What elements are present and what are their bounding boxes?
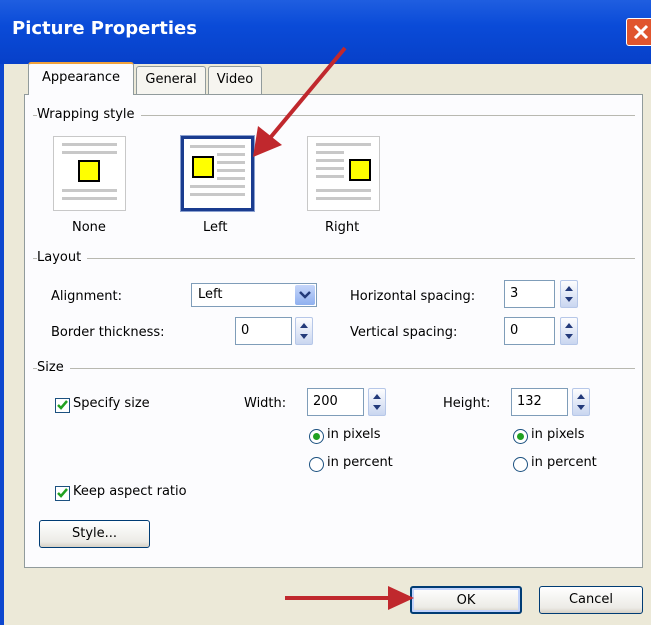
border-thickness-value: 0 (241, 323, 250, 338)
ok-button[interactable]: OK (410, 586, 522, 614)
width-in-pixels-label: in pixels (327, 427, 381, 442)
window-frame (0, 64, 4, 625)
chevron-down-icon (299, 291, 311, 299)
alignment-dropdown[interactable]: Left (191, 283, 317, 307)
tab-general-label: General (145, 72, 197, 87)
alignment-value: Left (198, 287, 223, 302)
horizontal-spacing-spinner[interactable] (560, 280, 578, 308)
wrapping-style-label: Wrapping style (37, 107, 141, 122)
height-in-percent-radio[interactable] (513, 457, 528, 472)
wrap-none-label: None (72, 220, 106, 235)
dialog-title: Picture Properties (12, 18, 197, 39)
specify-size-checkbox[interactable] (55, 398, 70, 413)
spinner-arrows-icon (373, 394, 381, 410)
height-in-percent-label: in percent (531, 455, 597, 470)
spinner-arrows-icon (565, 323, 573, 339)
spinner-arrows-icon (577, 394, 585, 410)
style-button-label: Style... (71, 526, 118, 541)
vertical-spacing-input[interactable]: 0 (504, 317, 555, 345)
wrap-left-label: Left (203, 220, 228, 235)
width-in-pixels-radio[interactable] (309, 429, 324, 444)
keep-aspect-ratio-checkbox[interactable] (55, 486, 70, 501)
tab-appearance[interactable]: Appearance (28, 62, 134, 95)
title-bar[interactable]: Picture Properties (0, 0, 651, 64)
width-in-percent-radio[interactable] (309, 457, 324, 472)
radio-selected-dot (313, 433, 320, 440)
cancel-button-label: Cancel (568, 592, 614, 607)
checkmark-icon (57, 400, 68, 410)
height-spinner[interactable] (572, 388, 590, 416)
alignment-dropdown-button[interactable] (295, 285, 315, 305)
picture-properties-dialog: Picture Properties Appearance General Vi… (0, 0, 651, 625)
close-icon (633, 24, 649, 40)
style-button[interactable]: Style... (39, 520, 150, 548)
height-input[interactable]: 132 (511, 388, 568, 416)
width-label: Width: (244, 396, 287, 411)
picture-placeholder-icon (192, 156, 214, 178)
ok-button-label: OK (456, 593, 476, 608)
tab-video[interactable]: Video (208, 66, 262, 94)
cancel-button[interactable]: Cancel (539, 586, 643, 614)
border-thickness-label: Border thickness: (51, 325, 165, 340)
tab-video-label: Video (216, 72, 254, 87)
spinner-arrows-icon (565, 286, 573, 302)
horizontal-spacing-input[interactable]: 3 (504, 280, 555, 308)
picture-placeholder-icon (78, 160, 100, 182)
size-divider (33, 368, 635, 369)
height-label: Height: (443, 396, 491, 411)
checkmark-icon (57, 488, 68, 498)
horizontal-spacing-label: Horizontal spacing: (350, 289, 476, 304)
vertical-spacing-label: Vertical spacing: (350, 325, 458, 340)
wrap-right-label: Right (325, 220, 360, 235)
height-in-pixels-label: in pixels (531, 427, 585, 442)
height-value: 132 (517, 394, 542, 409)
specify-size-label: Specify size (73, 396, 150, 411)
border-thickness-input[interactable]: 0 (235, 317, 292, 345)
vertical-spacing-value: 0 (510, 323, 519, 338)
horizontal-spacing-value: 3 (510, 286, 519, 301)
width-input[interactable]: 200 (307, 388, 364, 416)
width-spinner[interactable] (368, 388, 386, 416)
border-thickness-spinner[interactable] (295, 317, 313, 345)
close-button[interactable] (626, 18, 651, 46)
picture-placeholder-icon (349, 159, 371, 181)
annotation-arrow-ok-icon (285, 586, 414, 610)
wrap-left-option[interactable] (180, 135, 255, 212)
alignment-label: Alignment: (51, 289, 122, 304)
width-value: 200 (313, 394, 338, 409)
layout-divider (33, 258, 635, 259)
radio-selected-dot (517, 433, 524, 440)
height-in-pixels-radio[interactable] (513, 429, 528, 444)
keep-aspect-ratio-label: Keep aspect ratio (73, 484, 187, 499)
width-in-percent-label: in percent (327, 455, 393, 470)
layout-label: Layout (37, 250, 88, 265)
vertical-spacing-spinner[interactable] (560, 317, 578, 345)
spinner-arrows-icon (300, 323, 308, 339)
tab-general[interactable]: General (136, 66, 206, 94)
wrap-none-option[interactable] (53, 136, 126, 211)
size-label: Size (37, 360, 70, 375)
tab-appearance-label: Appearance (41, 70, 121, 85)
appearance-panel: Wrapping style None Left Right Layout Al… (24, 94, 643, 568)
wrap-right-option[interactable] (307, 136, 380, 211)
